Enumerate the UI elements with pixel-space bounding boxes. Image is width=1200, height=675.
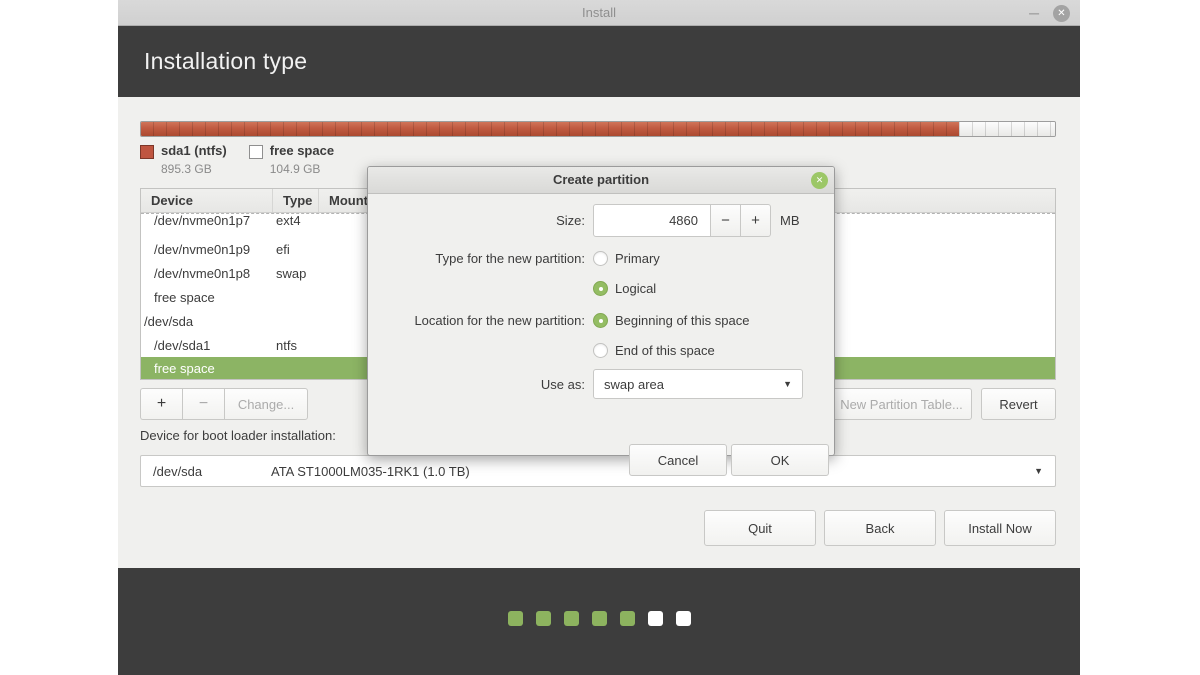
use-as-value: swap area [604, 377, 664, 392]
progress-dot [620, 611, 635, 626]
type-primary-row: Type for the new partition: Primary [368, 243, 834, 273]
use-as-label: Use as: [368, 377, 593, 392]
type-logical-row: Logical [368, 273, 834, 303]
legend-item-free-space: free space 104.9 GB [249, 143, 334, 176]
partition-bar-segments [141, 122, 1055, 136]
location-end-row: End of this space [368, 335, 834, 365]
column-header-device[interactable]: Device [141, 189, 273, 212]
radio-beginning-label[interactable]: Beginning of this space [615, 313, 749, 328]
dialog-title: Create partition [368, 167, 834, 193]
size-row: Size: 4860 − + MB [368, 204, 834, 237]
partition-usage-bar [140, 121, 1056, 137]
boot-loader-device: /dev/sda [141, 464, 271, 479]
install-now-button[interactable]: Install Now [944, 510, 1056, 546]
location-group-label: Location for the new partition: [368, 313, 593, 328]
radio-end[interactable] [593, 343, 608, 358]
new-partition-table-button[interactable]: New Partition Table... [831, 388, 972, 420]
cancel-button[interactable]: Cancel [629, 444, 727, 476]
dialog-buttons: Cancel OK [629, 444, 829, 476]
back-button[interactable]: Back [824, 510, 936, 546]
progress-dots [508, 611, 691, 626]
boot-loader-select[interactable]: /dev/sda ATA ST1000LM035-1RK1 (1.0 TB) ▼ [140, 455, 1056, 487]
size-increment-button[interactable]: + [741, 204, 771, 237]
legend-swatch-red [140, 145, 154, 159]
dropdown-arrow-icon: ▼ [783, 379, 792, 389]
column-header-type[interactable]: Type [273, 189, 319, 212]
dialog-close-icon[interactable]: ✕ [811, 172, 828, 189]
type-group-label: Type for the new partition: [368, 251, 593, 266]
change-partition-button[interactable]: Change... [224, 388, 308, 420]
legend-size: 104.9 GB [270, 162, 334, 176]
use-as-select[interactable]: swap area ▼ [593, 369, 803, 399]
radio-end-label[interactable]: End of this space [615, 343, 715, 358]
legend-item-sda1: sda1 (ntfs) 895.3 GB [140, 143, 227, 176]
footer [118, 568, 1080, 675]
radio-primary[interactable] [593, 251, 608, 266]
titlebar: Install ─ ✕ [118, 0, 1080, 26]
progress-dot [592, 611, 607, 626]
revert-button[interactable]: Revert [981, 388, 1056, 420]
wizard-nav: Quit Back Install Now [704, 510, 1056, 546]
use-as-row: Use as: swap area ▼ [368, 369, 834, 399]
radio-logical[interactable] [593, 281, 608, 296]
remove-partition-button[interactable]: − [182, 388, 224, 420]
partition-legend: sda1 (ntfs) 895.3 GB free space 104.9 GB [140, 143, 334, 176]
radio-primary-label[interactable]: Primary [615, 251, 660, 266]
size-input[interactable]: 4860 [593, 204, 711, 237]
window-title: Install [118, 0, 1080, 26]
page-header: Installation type [118, 26, 1080, 97]
legend-label: free space [270, 143, 334, 159]
quit-button[interactable]: Quit [704, 510, 816, 546]
radio-beginning[interactable] [593, 313, 608, 328]
size-decrement-button[interactable]: − [711, 204, 741, 237]
create-partition-dialog: Create partition ✕ Size: 4860 − + MB Typ… [367, 166, 835, 456]
dialog-titlebar: Create partition ✕ [368, 167, 834, 194]
progress-dot [508, 611, 523, 626]
progress-dot [564, 611, 579, 626]
progress-dot [536, 611, 551, 626]
close-icon[interactable]: ✕ [1053, 5, 1070, 22]
progress-dot [648, 611, 663, 626]
progress-dot [676, 611, 691, 626]
dropdown-arrow-icon: ▼ [1034, 466, 1055, 476]
boot-loader-label: Device for boot loader installation: [140, 428, 336, 443]
location-beginning-row: Location for the new partition: Beginnin… [368, 305, 834, 335]
installer-window: Install ─ ✕ Installation type sda1 (ntfs… [118, 0, 1080, 675]
legend-size: 895.3 GB [161, 162, 227, 176]
add-partition-button[interactable]: + [140, 388, 182, 420]
page-title: Installation type [144, 48, 307, 75]
legend-swatch-white [249, 145, 263, 159]
ok-button[interactable]: OK [731, 444, 829, 476]
size-unit-label: MB [780, 213, 800, 228]
minimize-icon[interactable]: ─ [1029, 0, 1039, 26]
radio-logical-label[interactable]: Logical [615, 281, 656, 296]
legend-label: sda1 (ntfs) [161, 143, 227, 159]
size-label: Size: [368, 213, 593, 228]
